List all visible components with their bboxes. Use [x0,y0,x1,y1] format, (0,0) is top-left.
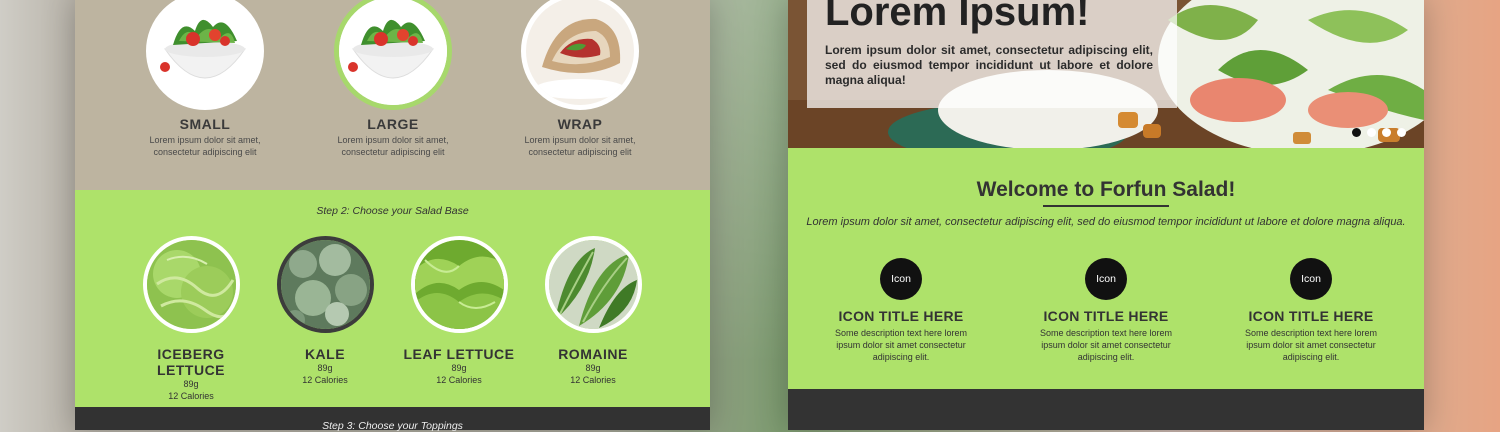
salad-wrap-image [521,0,639,110]
size-title: WRAP [557,116,603,132]
slider-dot-1[interactable] [1352,128,1361,137]
slider-dot-4[interactable] [1397,128,1406,137]
size-title: LARGE [367,116,419,132]
feature-1: Icon ICON TITLE HERE Some description te… [816,258,986,363]
salad-bowl-large-image [334,0,452,110]
size-option-wrap[interactable]: WRAP Lorem ipsum dolor sit amet, consect… [510,0,650,158]
leaf-lettuce-image [410,236,508,333]
size-description: Lorem ipsum dolor sit amet, consectetur … [524,135,636,157]
base-title: KALE [304,346,346,362]
feature-description: Some description text here lorem ipsum d… [834,328,968,362]
feature-2: Icon ICON TITLE HERE Some description te… [1021,258,1191,363]
size-option-large[interactable]: LARGE Lorem ipsum dolor sit amet, consec… [323,0,463,158]
iceberg-lettuce-image [142,236,240,333]
base-calories: 12 Calories [302,375,348,385]
base-calories: 12 Calories [436,375,482,385]
base-option-iceberg-lettuce[interactable]: ICEBERG LETTUCE 89g 12 Calories [126,236,256,402]
size-selection-section: SMALL Lorem ipsum dolor sit amet, consec… [75,0,710,190]
hero-title: Lorem Ipsum! [825,0,1090,34]
title-underline [1043,205,1169,207]
base-calories: 12 Calories [570,375,616,385]
base-option-kale[interactable]: KALE 89g 12 Calories [260,236,390,386]
size-title: SMALL [179,116,231,132]
feature-title: ICON TITLE HERE [838,308,964,324]
step-2-label: Step 2: Choose your Salad Base [316,205,469,217]
dark-footer-band [788,389,1424,430]
base-title: ROMAINE [558,346,628,362]
slider-dot-2[interactable] [1367,128,1376,137]
feature-description: Some description text here lorem ipsum d… [1039,328,1173,362]
base-title: LEAF LETTUCE [403,346,515,362]
salad-base-section: Step 2: Choose your Salad Base ICEBERG L… [75,190,710,407]
romaine-image [544,236,642,333]
step-3-label: Step 3: Choose your Toppings [322,420,463,432]
feature-icon: Icon [880,258,922,300]
feature-icon: Icon [1085,258,1127,300]
feature-title: ICON TITLE HERE [1043,308,1169,324]
salad-bowl-small-image [146,0,264,110]
base-option-romaine[interactable]: ROMAINE 89g 12 Calories [528,236,658,386]
toppings-section: Step 3: Choose your Toppings [75,407,710,432]
kale-image [276,236,374,333]
salad-homepage-mockup: Lorem Ipsum! Lorem ipsum dolor sit amet,… [788,0,1424,430]
size-option-small[interactable]: SMALL Lorem ipsum dolor sit amet, consec… [135,0,275,158]
feature-description: Some description text here lorem ipsum d… [1244,328,1378,362]
feature-icon: Icon [1290,258,1332,300]
hero-slider: Lorem Ipsum! Lorem ipsum dolor sit amet,… [788,0,1424,148]
welcome-section: Welcome to Forfun Salad! Lorem ipsum dol… [788,148,1424,389]
base-weight: 89g [451,363,467,373]
base-title: ICEBERG LETTUCE [156,346,226,378]
hero-text: Lorem ipsum dolor sit amet, consectetur … [825,43,1153,87]
feature-3: Icon ICON TITLE HERE Some description te… [1226,258,1396,363]
size-description: Lorem ipsum dolor sit amet, consectetur … [337,135,449,157]
base-weight: 89g [585,363,601,373]
size-description: Lorem ipsum dolor sit amet, consectetur … [149,135,261,157]
slider-dot-3[interactable] [1382,128,1391,137]
base-weight: 89g [317,363,333,373]
base-option-leaf-lettuce[interactable]: LEAF LETTUCE 89g 12 Calories [394,236,524,386]
base-weight: 89g [183,379,199,389]
base-calories: 12 Calories [168,391,214,401]
welcome-title: Welcome to Forfun Salad! [976,178,1236,201]
salad-builder-mockup: SMALL Lorem ipsum dolor sit amet, consec… [75,0,710,432]
welcome-text: Lorem ipsum dolor sit amet, consectetur … [806,216,1406,228]
feature-title: ICON TITLE HERE [1248,308,1374,324]
